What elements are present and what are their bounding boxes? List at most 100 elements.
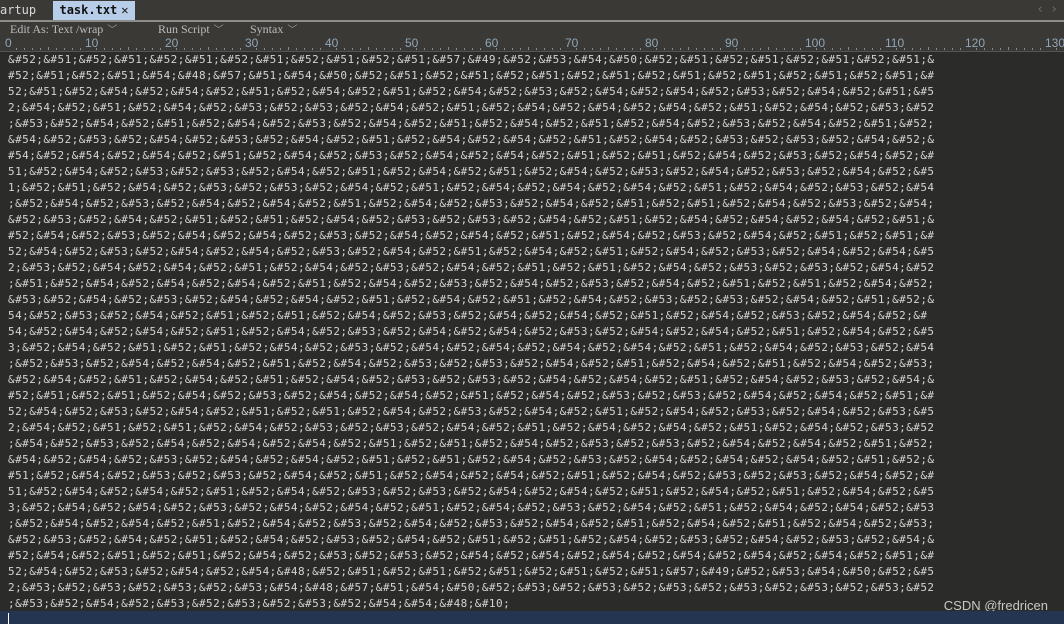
tab-scroll-arrows: ‹›	[1036, 2, 1064, 17]
run-script-label: Run Script	[158, 22, 210, 36]
ruler-tick	[560, 48, 561, 50]
ruler-tick	[976, 48, 977, 50]
tab-task-txt[interactable]: task.txt ✕	[53, 1, 135, 20]
text-line: 52;&#54;&#52;&#53;&#52;&#54;&#52;&#54;&#…	[8, 245, 935, 258]
ruler-tick	[864, 48, 865, 50]
ruler-tick	[600, 48, 601, 50]
ruler-tick	[256, 48, 257, 50]
text-line: 3;&#52;&#54;&#52;&#54;&#52;&#53;&#52;&#5…	[8, 501, 935, 514]
close-icon[interactable]: ✕	[121, 3, 128, 17]
chevron-down-icon: ﹀	[213, 25, 224, 36]
ruler-tick	[224, 48, 225, 50]
text-line: 52;&#54;&#52;&#53;&#52;&#54;&#52;&#54;&#…	[8, 565, 935, 578]
ruler-tick	[216, 48, 217, 50]
chevron-right-icon[interactable]: ›	[1050, 2, 1064, 17]
ruler-tick	[120, 48, 121, 50]
ruler-tick	[176, 48, 177, 50]
ruler-tick	[504, 48, 505, 50]
ruler-tick	[152, 48, 153, 50]
ruler-tick	[432, 48, 433, 50]
chevron-down-icon: ﹀	[287, 25, 298, 36]
ruler-tick	[768, 47, 769, 50]
ruler-tick	[72, 48, 73, 50]
ruler-tick	[1040, 48, 1041, 50]
text-line: &#54;&#52;&#54;&#52;&#53;&#52;&#54;&#52;…	[8, 453, 935, 466]
text-line: &#52;&#51;&#52;&#51;&#52;&#51;&#52;&#51;…	[8, 53, 935, 66]
text-line: 54;&#52;&#53;&#52;&#54;&#52;&#51;&#52;&#…	[8, 309, 928, 322]
tab-startup[interactable]: artup	[0, 1, 40, 20]
ruler-tick	[984, 48, 985, 50]
text-editor[interactable]: &#52;&#51;&#52;&#51;&#52;&#51;&#52;&#51;…	[0, 52, 1064, 612]
ruler-tick	[352, 48, 353, 50]
ruler-tick	[584, 48, 585, 50]
ruler-tick	[384, 48, 385, 50]
edit-as-label: Edit As: Text /wrap	[10, 22, 104, 36]
ruler-tick	[368, 47, 369, 50]
ruler-tick	[192, 48, 193, 50]
ruler-tick	[608, 47, 609, 50]
ruler-tick	[928, 47, 929, 50]
ruler-tick	[56, 48, 57, 50]
edit-as-dropdown[interactable]: Edit As: Text /wrap ﹀	[10, 22, 117, 38]
ruler-tick	[128, 47, 129, 50]
ruler-tick	[16, 48, 17, 50]
ruler-tick	[440, 48, 441, 50]
ruler-tick	[512, 48, 513, 50]
ruler-tick	[264, 48, 265, 50]
ruler-tick	[920, 48, 921, 50]
ruler-tick	[1016, 48, 1017, 50]
ruler-tick	[360, 48, 361, 50]
chevron-left-icon[interactable]: ‹	[1036, 2, 1050, 17]
ruler-tick	[456, 48, 457, 50]
ruler-tick	[232, 48, 233, 50]
ruler-tick	[816, 48, 817, 50]
ruler-tick	[1032, 48, 1033, 50]
ruler-tick	[576, 48, 577, 50]
ruler-tick	[824, 48, 825, 50]
ruler-tick	[32, 48, 33, 50]
ruler-tick	[640, 48, 641, 50]
ruler-tick	[424, 48, 425, 50]
ruler-tick	[96, 48, 97, 50]
status-bar	[0, 611, 1064, 624]
syntax-label: Syntax	[250, 22, 284, 36]
text-line: 52;&#51;&#52;&#54;&#52;&#54;&#52;&#51;&#…	[8, 85, 935, 98]
ruler-tick	[856, 48, 857, 50]
ruler-tick	[160, 48, 161, 50]
text-line: ;&#54;&#52;&#53;&#52;&#54;&#52;&#54;&#52…	[8, 437, 935, 450]
ruler-tick	[528, 47, 529, 50]
text-line: 2;&#53;&#52;&#54;&#52;&#54;&#52;&#51;&#5…	[8, 261, 935, 274]
ruler-label: 130	[1045, 36, 1064, 50]
text-line: 52;&#54;&#52;&#53;&#52;&#54;&#52;&#51;&#…	[8, 405, 935, 418]
ruler-tick	[400, 48, 401, 50]
ruler-tick	[872, 48, 873, 50]
text-line: 2;&#54;&#52;&#51;&#52;&#54;&#52;&#53;&#5…	[8, 101, 935, 114]
ruler-tick	[784, 48, 785, 50]
ruler-tick	[936, 48, 937, 50]
text-line: ;&#52;&#54;&#52;&#53;&#52;&#54;&#52;&#54…	[8, 197, 935, 210]
ruler-tick	[104, 48, 105, 50]
ruler-tick	[696, 48, 697, 50]
ruler-tick	[624, 48, 625, 50]
ruler-tick	[752, 48, 753, 50]
text-line: 2;&#54;&#52;&#51;&#52;&#51;&#52;&#54;&#5…	[8, 421, 935, 434]
text-line: &#52;&#53;&#52;&#54;&#52;&#51;&#52;&#54;…	[8, 533, 935, 546]
ruler-tick	[632, 48, 633, 50]
ruler-tick	[136, 48, 137, 50]
ruler-tick	[520, 48, 521, 50]
ruler-label: 0	[5, 36, 12, 50]
ruler-tick	[1024, 48, 1025, 50]
ruler-tick	[1008, 47, 1009, 50]
ruler-tick	[240, 48, 241, 50]
ruler-tick	[1000, 48, 1001, 50]
column-ruler: 0 10 20 30 40 50 60 70 80 90 100 110 120 130	[0, 36, 1064, 52]
ruler-tick	[200, 48, 201, 50]
ruler-tick	[304, 48, 305, 50]
ruler-tick	[552, 48, 553, 50]
ruler-tick	[112, 48, 113, 50]
text-line: 1;&#52;&#51;&#52;&#54;&#52;&#53;&#52;&#5…	[8, 181, 935, 194]
ruler-tick	[720, 48, 721, 50]
ruler-tick	[896, 48, 897, 50]
ruler-tick	[704, 48, 705, 50]
text-line: &#54;&#52;&#53;&#52;&#54;&#52;&#53;&#52;…	[8, 133, 935, 146]
